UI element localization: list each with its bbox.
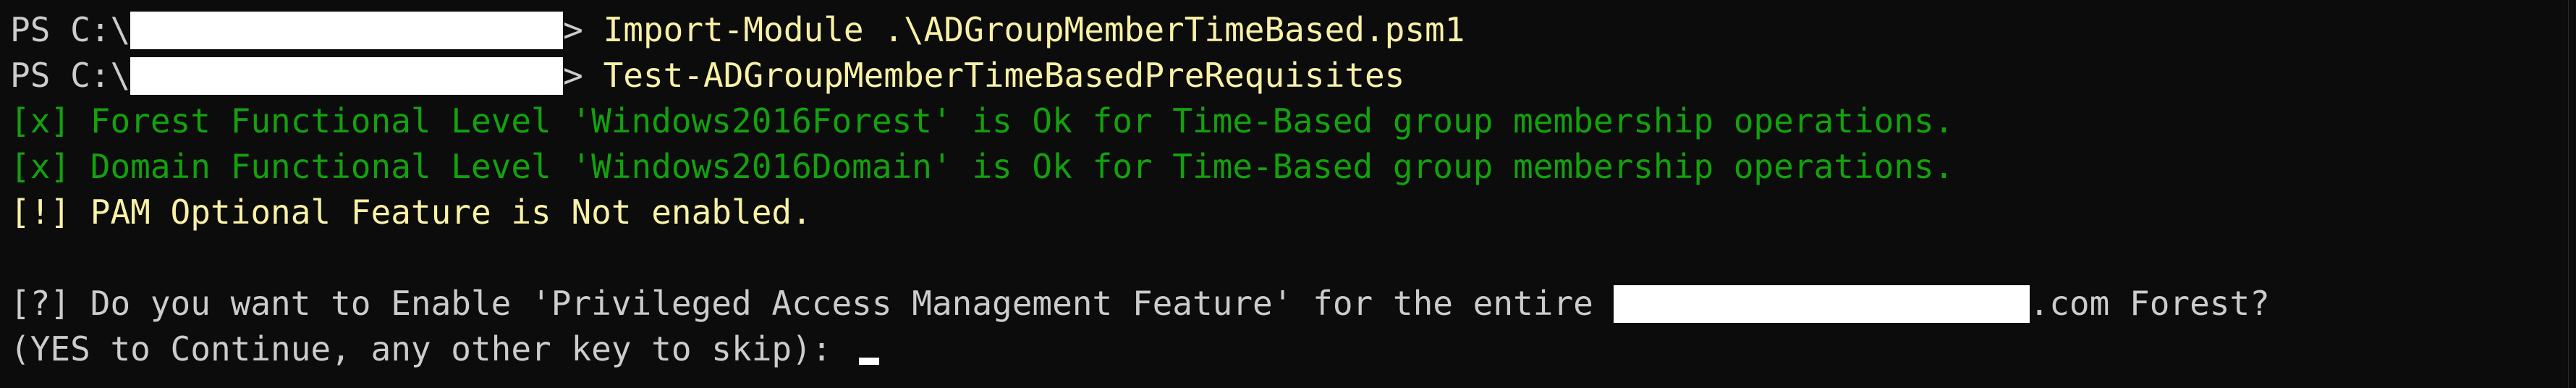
continue-prompt: (YES to Continue, any other key to skip)… — [10, 329, 852, 368]
redacted-domain — [1613, 284, 2030, 323]
powershell-console[interactable]: PS C:\ > Import-Module .\ADGroupMemberTi… — [0, 0, 2576, 388]
redacted-path — [130, 11, 564, 49]
question-forest-suffix: .com Forest? — [2029, 284, 2270, 323]
pam-warning-message: [!] PAM Optional Feature is Not enabled. — [10, 193, 812, 232]
prompt-suffix: > — [563, 56, 583, 95]
prompt-suffix: > — [563, 10, 583, 49]
domain-level-ok-message: [x] Domain Functional Level 'Windows2016… — [10, 147, 1954, 186]
test-prerequisites-command: Test-ADGroupMemberTimeBasedPreRequisites — [582, 56, 1405, 95]
prompt-prefix: PS C:\ — [10, 56, 131, 95]
pam-enable-question: [?] Do you want to Enable 'Privileged Ac… — [10, 281, 2270, 326]
console-line-import: PS C:\ > Import-Module .\ADGroupMemberTi… — [10, 7, 1465, 53]
question-text: [?] Do you want to Enable 'Privileged Ac… — [10, 284, 1614, 323]
console-line-test: PS C:\ > Test-ADGroupMemberTimeBasedPreR… — [10, 53, 1404, 98]
prompt-prefix: PS C:\ — [10, 10, 131, 49]
forest-level-ok-message: [x] Forest Functional Level 'Windows2016… — [10, 101, 1954, 140]
import-module-command: Import-Module .\ADGroupMemberTimeBased.p… — [582, 10, 1465, 49]
redacted-path — [130, 56, 564, 95]
input-prompt-line[interactable]: (YES to Continue, any other key to skip)… — [10, 326, 880, 372]
console-scrollbar[interactable] — [2568, 0, 2576, 388]
text-cursor[interactable] — [859, 358, 880, 365]
